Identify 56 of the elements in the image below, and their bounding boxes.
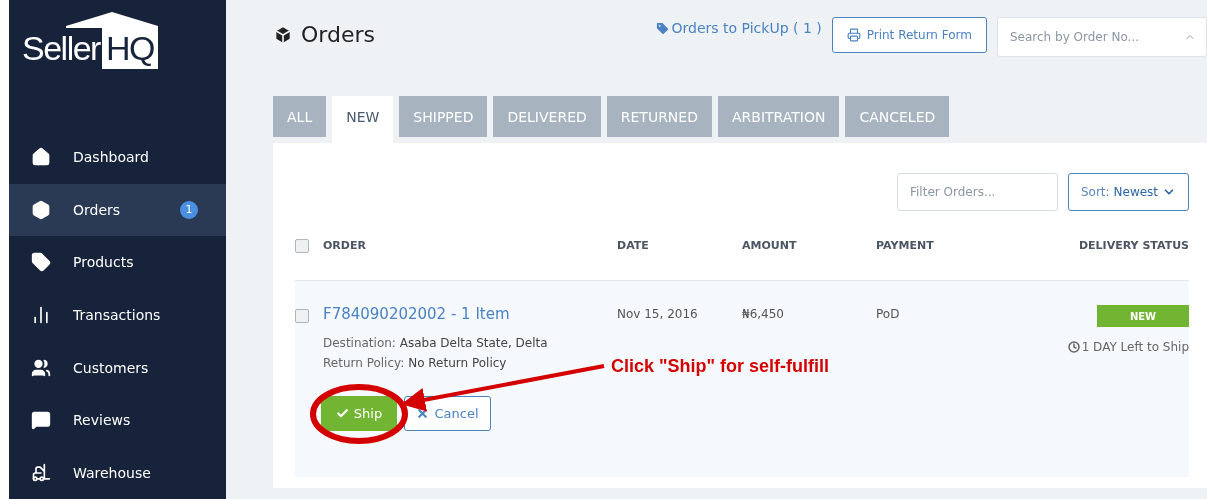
pickup-link[interactable]: Orders to PickUp ( 1 ) [654, 20, 822, 36]
detail-text: Destination: Asaba Delta State, Delta [323, 336, 548, 350]
page-title: Orders [301, 22, 375, 47]
sidebar-label: Products [73, 254, 135, 271]
checkbox[interactable] [295, 309, 309, 323]
bar-chart-icon [31, 305, 51, 325]
time-left: 1 DAY Left to Ship [1067, 340, 1189, 354]
column-header: ORDER [323, 239, 367, 252]
clock-icon [1067, 341, 1080, 353]
forklift-icon [31, 462, 51, 483]
column-header: DATE [617, 239, 650, 252]
tab[interactable]: NEW [332, 96, 394, 143]
tag-icon [654, 20, 670, 36]
search-box[interactable]: Search by Order No... [997, 17, 1207, 57]
tab[interactable]: ARBITRATION [717, 96, 840, 137]
amount-cell-text: ₦6,450 [742, 306, 785, 321]
status-badge: NEW [1097, 305, 1189, 327]
close-icon [416, 407, 430, 420]
print-button[interactable]: Print Return Form [831, 17, 987, 53]
sidebar-label: Customers [73, 359, 150, 376]
column-header: AMOUNT [742, 239, 798, 252]
column-header: PAYMENT [876, 239, 935, 252]
column-header: DELIVERY STATUS [1078, 239, 1189, 252]
order-link[interactable]: F784090202002 - 1 Item [323, 305, 510, 323]
roof-icon [65, 12, 158, 28]
detail-text: Return Policy: No Return Policy [323, 356, 508, 370]
payment-cell-text: PoD [876, 306, 901, 321]
home-icon [31, 147, 51, 168]
sidebar-item[interactable]: Orders 1 [9, 183, 226, 237]
search-field[interactable]: Search by Order No... [1008, 29, 1184, 45]
sidebar-label: Orders [73, 201, 122, 218]
sidebar-label: Warehouse [73, 464, 152, 481]
logo-box: HQ [101, 28, 158, 70]
filter-field[interactable]: Filter Orders... [897, 173, 1058, 211]
logo-text: Seller [22, 29, 100, 69]
annotation-text: Click "Ship" for self-fulfill [611, 356, 830, 377]
date-cell-text: Nov 15, 2016 [617, 306, 699, 321]
tab[interactable]: ALL [273, 96, 327, 137]
sort-button[interactable]: Sort: Newest [1068, 173, 1189, 211]
ship-button[interactable]: Ship [321, 396, 397, 431]
box-icon [273, 24, 293, 45]
tab[interactable]: SHIPPED [399, 96, 488, 137]
printer-icon [846, 28, 861, 42]
tag-icon [31, 252, 51, 273]
count-badge: 1 [180, 200, 198, 219]
tab[interactable]: CANCELED [845, 96, 950, 137]
sidebar-label: Transactions [73, 307, 162, 323]
users-icon [31, 357, 51, 378]
sidebar-label: Reviews [73, 412, 132, 429]
message-icon [31, 410, 51, 431]
sidebar-label: Dashboard [73, 149, 150, 166]
checkbox[interactable] [295, 238, 309, 253]
check-icon [335, 407, 349, 420]
tab[interactable]: DELIVERED [493, 96, 601, 137]
tab[interactable]: RETURNED [606, 96, 712, 137]
box-icon [31, 199, 51, 220]
